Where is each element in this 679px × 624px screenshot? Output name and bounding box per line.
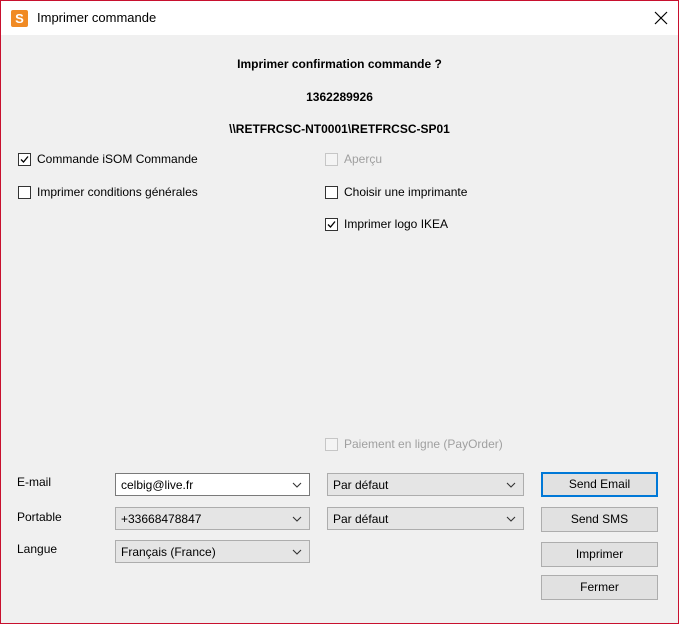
checkbox-box[interactable] bbox=[18, 185, 31, 199]
checkbox-label: Imprimer conditions générales bbox=[37, 185, 198, 199]
checkbox-choisir-imprimante[interactable]: Choisir une imprimante bbox=[325, 184, 467, 200]
print-order-dialog: S Imprimer commande Imprimer confirmatio… bbox=[0, 0, 679, 624]
title-bar: S Imprimer commande bbox=[1, 1, 678, 35]
order-number: 1362289926 bbox=[306, 90, 373, 104]
portable-format-combobox[interactable]: Par défaut bbox=[327, 507, 524, 530]
chevron-down-icon[interactable] bbox=[291, 546, 303, 558]
window-title: Imprimer commande bbox=[37, 10, 157, 25]
portable-value: +33668478847 bbox=[121, 512, 202, 526]
checkbox-label: Aperçu bbox=[344, 152, 383, 166]
chevron-down-icon[interactable] bbox=[505, 513, 517, 525]
checkbox-commande-isom[interactable]: Commande iSOM Commande bbox=[18, 151, 198, 167]
email-format-combobox[interactable]: Par défaut bbox=[327, 473, 524, 496]
print-question: Imprimer confirmation commande ? bbox=[237, 57, 442, 71]
checkbox-apercu: Aperçu bbox=[325, 151, 382, 167]
checkbox-logo-ikea[interactable]: Imprimer logo IKEA bbox=[325, 216, 448, 232]
close-icon bbox=[654, 11, 668, 25]
langue-value: Français (France) bbox=[121, 545, 216, 559]
chevron-down-icon[interactable] bbox=[291, 479, 303, 491]
send-email-button[interactable]: Send Email bbox=[541, 472, 658, 497]
send-sms-button[interactable]: Send SMS bbox=[541, 507, 658, 532]
email-format-value: Par défaut bbox=[333, 478, 389, 492]
portable-label: Portable bbox=[17, 510, 62, 524]
close-button[interactable] bbox=[644, 3, 678, 33]
chevron-down-icon[interactable] bbox=[291, 513, 303, 525]
checkmark-icon bbox=[20, 155, 29, 163]
portable-combobox[interactable]: +33668478847 bbox=[115, 507, 310, 530]
checkbox-box[interactable] bbox=[325, 217, 338, 231]
langue-combobox[interactable]: Français (France) bbox=[115, 540, 310, 563]
printer-path: \\RETFRCSC-NT0001\RETFRCSC-SP01 bbox=[229, 122, 450, 136]
checkbox-label: Imprimer logo IKEA bbox=[344, 217, 449, 231]
email-label: E-mail bbox=[17, 475, 52, 489]
checkbox-conditions-generales[interactable]: Imprimer conditions générales bbox=[18, 184, 198, 200]
checkbox-box[interactable] bbox=[325, 185, 338, 199]
print-button[interactable]: Imprimer bbox=[541, 542, 658, 567]
chevron-down-icon[interactable] bbox=[505, 479, 517, 491]
langue-label: Langue bbox=[17, 542, 58, 556]
checkbox-paiement-en-ligne: Paiement en ligne (PayOrder) bbox=[325, 436, 503, 452]
email-combobox[interactable]: celbig@live.fr bbox=[115, 473, 310, 496]
checkbox-label: Commande iSOM Commande bbox=[37, 152, 198, 166]
portable-format-value: Par défaut bbox=[333, 512, 389, 526]
app-logo-icon: S bbox=[11, 10, 28, 27]
checkbox-box bbox=[325, 437, 338, 451]
checkbox-label: Choisir une imprimante bbox=[344, 185, 468, 199]
checkbox-box bbox=[325, 152, 338, 166]
checkmark-icon bbox=[327, 220, 336, 228]
close-dialog-button[interactable]: Fermer bbox=[541, 575, 658, 600]
checkbox-box[interactable] bbox=[18, 152, 31, 166]
email-value[interactable]: celbig@live.fr bbox=[121, 478, 193, 492]
checkbox-label: Paiement en ligne (PayOrder) bbox=[344, 437, 503, 451]
